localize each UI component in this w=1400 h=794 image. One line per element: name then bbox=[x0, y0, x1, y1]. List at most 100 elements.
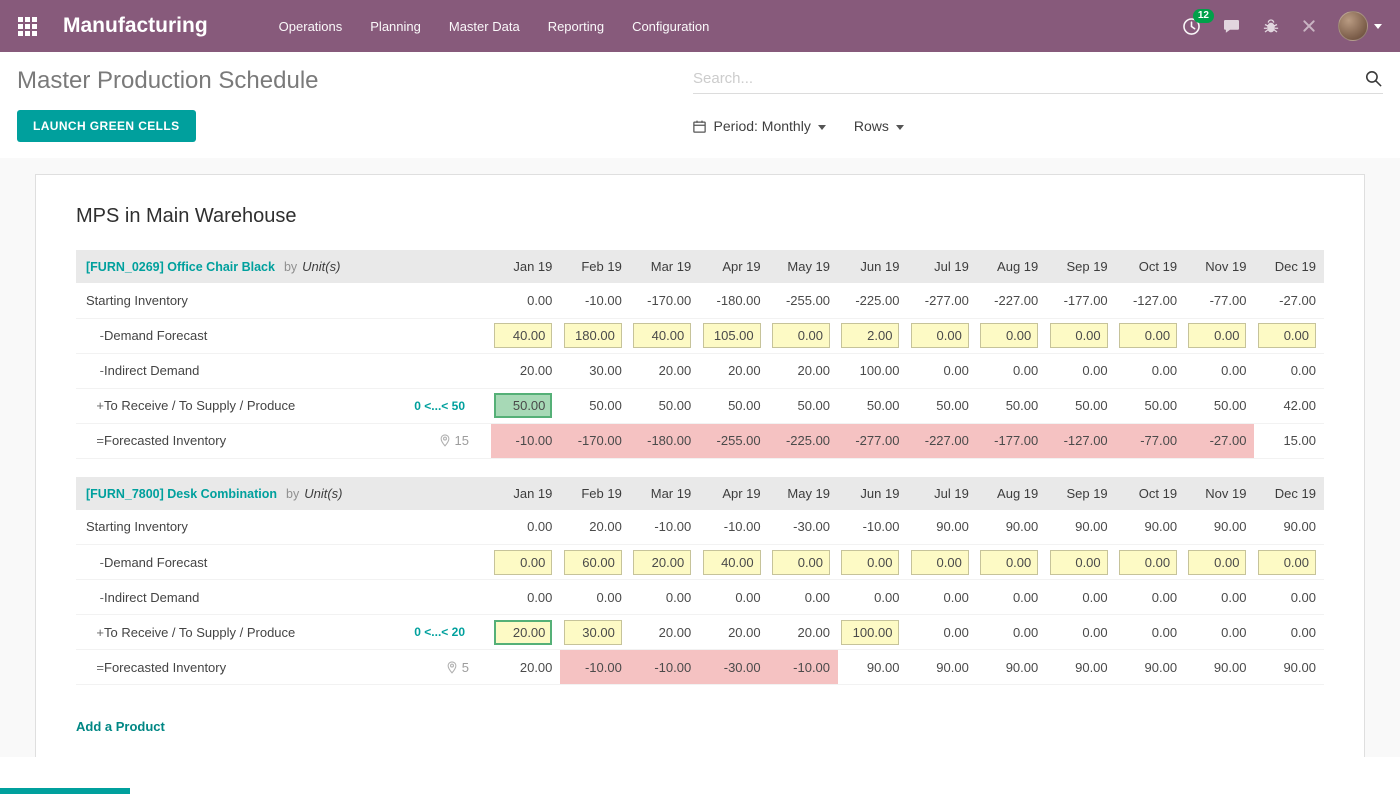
mps-value-cell[interactable]: 0.00 bbox=[1116, 545, 1185, 580]
value-input[interactable]: 0.00 bbox=[1050, 550, 1108, 575]
menu-planning[interactable]: Planning bbox=[357, 10, 434, 43]
mps-value-cell[interactable]: 20.00 bbox=[699, 615, 768, 650]
value-input[interactable]: 0.00 bbox=[1258, 550, 1316, 575]
mps-value-cell[interactable]: 50.00 bbox=[838, 388, 907, 423]
mps-value-cell[interactable]: 0.00 bbox=[907, 615, 976, 650]
mps-value-cell[interactable]: 0.00 bbox=[1046, 615, 1115, 650]
mps-value-cell[interactable]: 60.00 bbox=[560, 545, 629, 580]
mps-value-cell[interactable]: 40.00 bbox=[630, 318, 699, 353]
add-product-link[interactable]: Add a Product bbox=[76, 719, 165, 734]
mps-value-cell[interactable]: 0.00 bbox=[977, 545, 1046, 580]
value-input[interactable]: 0.00 bbox=[1188, 323, 1246, 348]
mps-value-cell[interactable]: 20.00 bbox=[769, 615, 838, 650]
app-title[interactable]: Manufacturing bbox=[63, 14, 208, 38]
messages-icon[interactable] bbox=[1222, 17, 1241, 35]
mps-value-cell[interactable]: 50.00 bbox=[699, 388, 768, 423]
mps-value-cell[interactable]: 0.00 bbox=[907, 318, 976, 353]
value-input[interactable]: 0.00 bbox=[1188, 550, 1246, 575]
mps-value-cell[interactable]: 50.00 bbox=[630, 388, 699, 423]
mps-value-cell[interactable]: 50.00 bbox=[1185, 388, 1254, 423]
value-input[interactable]: 100.00 bbox=[841, 620, 899, 645]
bug-icon[interactable] bbox=[1262, 17, 1280, 35]
value-input[interactable]: 40.00 bbox=[633, 323, 691, 348]
mps-value-cell[interactable]: 100.00 bbox=[838, 615, 907, 650]
value-input[interactable]: 20.00 bbox=[633, 550, 691, 575]
mps-value-cell[interactable]: 50.00 bbox=[491, 388, 560, 423]
mps-value-cell[interactable]: 0.00 bbox=[1116, 615, 1185, 650]
mps-value-cell[interactable]: 0.00 bbox=[1046, 318, 1115, 353]
menu-reporting[interactable]: Reporting bbox=[535, 10, 617, 43]
mps-value-cell[interactable]: 0.00 bbox=[1185, 615, 1254, 650]
activity-clock-icon[interactable]: 12 bbox=[1182, 17, 1201, 36]
value-input[interactable]: 105.00 bbox=[703, 323, 761, 348]
mps-value-cell: 0.00 bbox=[977, 353, 1046, 388]
cross-icon[interactable] bbox=[1301, 18, 1317, 34]
value-input[interactable]: 40.00 bbox=[703, 550, 761, 575]
value-input[interactable]: 0.00 bbox=[494, 550, 552, 575]
value-input[interactable]: 0.00 bbox=[841, 550, 899, 575]
mps-value-cell[interactable]: 105.00 bbox=[699, 318, 768, 353]
mps-value-cell[interactable]: 42.00 bbox=[1254, 388, 1324, 423]
mps-value-cell[interactable]: 50.00 bbox=[1116, 388, 1185, 423]
month-header: Oct 19 bbox=[1116, 250, 1185, 283]
menu-master-data[interactable]: Master Data bbox=[436, 10, 533, 43]
mps-value-cell[interactable]: 0.00 bbox=[769, 545, 838, 580]
value-input[interactable]: 30.00 bbox=[564, 620, 622, 645]
mps-value-cell[interactable]: 20.00 bbox=[630, 545, 699, 580]
value-input[interactable]: 2.00 bbox=[841, 323, 899, 348]
value-input[interactable]: 0.00 bbox=[1258, 323, 1316, 348]
value-input[interactable]: 0.00 bbox=[772, 550, 830, 575]
mps-value-cell[interactable]: 50.00 bbox=[1046, 388, 1115, 423]
mps-value-cell[interactable]: 180.00 bbox=[560, 318, 629, 353]
search-input[interactable] bbox=[693, 70, 1364, 87]
mps-value-cell[interactable]: 0.00 bbox=[977, 318, 1046, 353]
mps-value-cell[interactable]: 50.00 bbox=[769, 388, 838, 423]
mps-value-cell[interactable]: 50.00 bbox=[560, 388, 629, 423]
value-input[interactable]: 0.00 bbox=[980, 323, 1038, 348]
mps-value-cell[interactable]: 50.00 bbox=[977, 388, 1046, 423]
mps-value-cell[interactable]: 0.00 bbox=[769, 318, 838, 353]
rows-filter[interactable]: Rows bbox=[854, 118, 904, 134]
value-input[interactable]: 0.00 bbox=[772, 323, 830, 348]
mps-value-cell[interactable]: 0.00 bbox=[1185, 545, 1254, 580]
mps-value-cell: 0.00 bbox=[1254, 580, 1324, 615]
mps-value-cell[interactable]: 20.00 bbox=[491, 615, 560, 650]
mps-value-cell[interactable]: 20.00 bbox=[630, 615, 699, 650]
value-input[interactable]: 0.00 bbox=[1119, 323, 1177, 348]
value-input[interactable]: 0.00 bbox=[911, 550, 969, 575]
mps-value-cell[interactable]: 0.00 bbox=[838, 545, 907, 580]
mps-value-cell[interactable]: 30.00 bbox=[560, 615, 629, 650]
value-input[interactable]: 0.00 bbox=[911, 323, 969, 348]
user-menu[interactable] bbox=[1338, 11, 1382, 41]
menu-configuration[interactable]: Configuration bbox=[619, 10, 722, 43]
value-input[interactable]: 0.00 bbox=[1119, 550, 1177, 575]
replenish-green-cell[interactable]: 50.00 bbox=[494, 393, 552, 418]
value-input[interactable]: 180.00 bbox=[564, 323, 622, 348]
value-input[interactable]: 0.00 bbox=[980, 550, 1038, 575]
mps-value-cell: -10.00 bbox=[560, 283, 629, 318]
mps-value-cell[interactable]: 0.00 bbox=[977, 615, 1046, 650]
mps-value-cell[interactable]: 0.00 bbox=[1254, 615, 1324, 650]
search-icon[interactable] bbox=[1364, 69, 1383, 88]
launch-green-cells-button[interactable]: LAUNCH GREEN CELLS bbox=[17, 110, 196, 142]
mps-value-cell[interactable]: 0.00 bbox=[1254, 545, 1324, 580]
mps-value-cell[interactable]: 0.00 bbox=[907, 545, 976, 580]
mps-value-cell[interactable]: 0.00 bbox=[491, 545, 560, 580]
mps-value-cell[interactable]: 40.00 bbox=[699, 545, 768, 580]
month-header: Feb 19 bbox=[560, 250, 629, 283]
period-filter[interactable]: Period: Monthly bbox=[692, 118, 826, 134]
apps-grid-icon[interactable] bbox=[18, 17, 37, 36]
mps-value-cell[interactable]: 50.00 bbox=[907, 388, 976, 423]
mps-value-cell: -170.00 bbox=[560, 423, 629, 458]
mps-value-cell[interactable]: 2.00 bbox=[838, 318, 907, 353]
value-input[interactable]: 20.00 bbox=[494, 620, 552, 645]
mps-value-cell[interactable]: 0.00 bbox=[1046, 545, 1115, 580]
value-input[interactable]: 60.00 bbox=[564, 550, 622, 575]
mps-value-cell[interactable]: 40.00 bbox=[491, 318, 560, 353]
mps-value-cell[interactable]: 0.00 bbox=[1116, 318, 1185, 353]
value-input[interactable]: 0.00 bbox=[1050, 323, 1108, 348]
menu-operations[interactable]: Operations bbox=[266, 10, 356, 43]
value-input[interactable]: 40.00 bbox=[494, 323, 552, 348]
mps-value-cell[interactable]: 0.00 bbox=[1254, 318, 1324, 353]
mps-value-cell[interactable]: 0.00 bbox=[1185, 318, 1254, 353]
